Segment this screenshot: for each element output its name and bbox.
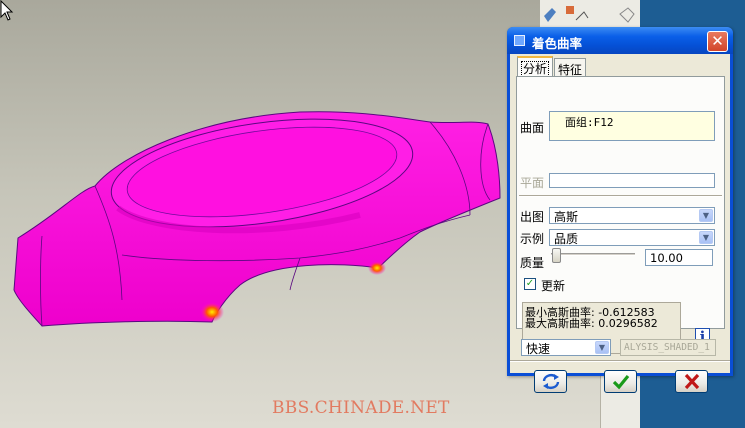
divider [519,195,722,197]
quality-input[interactable]: 10.00 [645,249,713,266]
dialog-body: 分析 特征 曲面 面组:F12 平面 出图 高斯 ▼ 示例 品质 ▼ 质量 10… [510,54,730,393]
tab-feature-label: 特征 [558,63,583,77]
refresh-icon [542,374,559,389]
chevron-down-icon: ▼ [699,209,713,222]
surface-value: 面组:F12 [565,116,614,129]
quality-value: 10.00 [650,251,683,265]
toolbar-tool-icons [544,6,635,23]
repeat-button[interactable] [534,370,567,393]
example-select-value: 品质 [554,232,579,246]
update-label: 更新 [541,279,566,293]
ok-button[interactable] [604,370,637,393]
analysis-tab-panel: 曲面 面组:F12 平面 出图 高斯 ▼ 示例 品质 ▼ 质量 10.00 ✓ … [516,76,725,354]
mode-select[interactable]: 快速 ▼ [521,339,611,356]
close-icon: ✕ [711,32,724,50]
chevron-down-icon: ▼ [595,341,609,354]
chevron-down-icon: ▼ [699,231,713,244]
surface-label: 曲面 [520,121,545,135]
output-select-value: 高斯 [554,210,579,224]
check-icon [612,374,629,390]
watermark: BBS.CHINADE.NET [272,398,450,418]
slider-thumb[interactable] [552,248,561,263]
dialog-app-icon [514,35,525,46]
output-label: 出图 [520,210,545,224]
surface-collector[interactable]: 面组:F12 [549,111,715,141]
tab-analysis-label: 分析 [521,61,550,77]
tab-analysis[interactable]: 分析 [517,56,554,77]
mode-select-value: 快速 [526,342,551,356]
output-select[interactable]: 高斯 ▼ [549,207,715,224]
example-select[interactable]: 品质 ▼ [549,229,715,246]
close-button[interactable]: ✕ [707,31,728,52]
mouse-cursor-icon [0,0,14,21]
plane-label: 平面 [520,176,545,190]
tab-feature[interactable]: 特征 [554,58,587,77]
cancel-button[interactable] [675,370,708,393]
example-label: 示例 [520,232,545,246]
update-checkbox[interactable]: ✓ [524,278,536,290]
background-toolbar [540,0,640,28]
slider-rail [551,253,635,256]
dialog-titlebar[interactable]: 着色曲率 ✕ [507,27,733,54]
dialog-title: 着色曲率 [532,36,583,51]
quality-label: 质量 [520,256,545,270]
quality-slider[interactable] [551,248,635,263]
result-max-curvature: 最大高斯曲率: 0.0296582 [525,317,658,330]
cancel-x-icon [684,373,699,390]
shaded-curvature-dialog: 着色曲率 ✕ 分析 特征 曲面 面组:F12 平面 出图 高斯 ▼ 示例 品质 … [507,27,733,393]
divider [510,360,730,362]
plane-collector[interactable] [549,173,715,188]
analysis-name-field[interactable]: ALYSIS_SHADED_1 [620,339,716,356]
